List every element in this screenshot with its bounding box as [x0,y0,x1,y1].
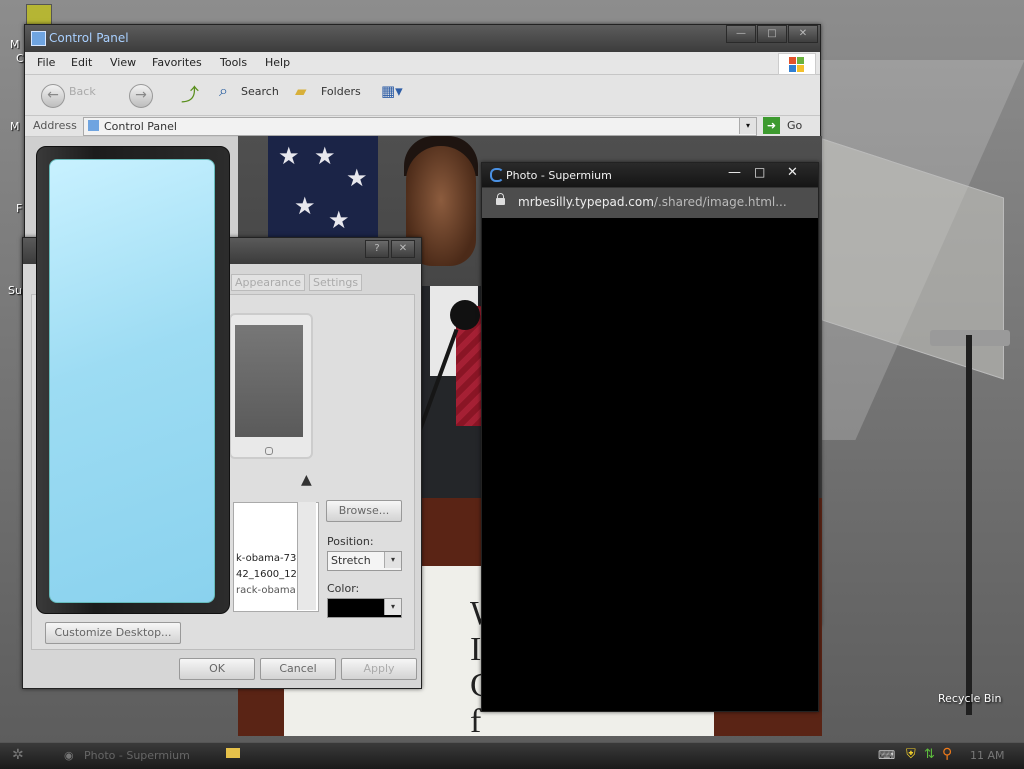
address-bar: Address Control Panel ▾ ➜ Go [25,116,820,137]
popup-title: Photo - Supermium [506,169,612,182]
address-label: Address [33,119,77,132]
maximize-button[interactable]: □ [757,25,787,43]
tab-settings[interactable]: Settings [309,274,363,291]
window-title: Control Panel [49,31,129,45]
background-list-scrollbar[interactable] [297,502,316,610]
menu-edit[interactable]: Edit [71,56,92,69]
go-arrow-icon[interactable]: ➜ [763,117,780,134]
desktop-icon-label: C [16,52,24,65]
cursor-icon: ▲ [301,472,312,488]
photo-microphone [450,300,480,330]
color-picker[interactable]: ▾ [327,598,402,618]
address-dropdown-icon[interactable]: ▾ [739,118,756,134]
monitor-power-icon [265,447,273,455]
ok-button[interactable]: OK [179,658,255,680]
help-button[interactable]: ? [365,240,389,258]
menu-tools[interactable]: Tools [220,56,247,69]
lock-icon [496,193,505,205]
url-text[interactable]: mrbesilly.typepad.com/.shared/image.html… [518,195,787,209]
apply-button[interactable]: Apply [341,658,417,680]
menu-bar: File Edit View Favorites Tools Help [25,52,820,75]
menu-file[interactable]: File [37,56,55,69]
control-panel-small-icon [88,120,99,131]
position-label: Position: [327,535,374,548]
maximize-icon[interactable]: □ [754,165,765,179]
shield-icon[interactable]: ⛨ [906,747,916,762]
search-tray-icon[interactable]: ⚲ [942,746,952,762]
folder-icon[interactable]: ▰ [295,82,307,100]
color-label: Color: [327,582,360,595]
url-path: /.shared/image.html... [653,195,787,209]
desktop-icon-label: F [16,202,23,215]
folder-icon[interactable] [226,748,240,758]
address-field[interactable]: Control Panel ▾ [83,117,757,136]
minimize-icon[interactable]: — [728,165,741,180]
back-button-label[interactable]: Back [69,85,96,98]
taskbar-item-label: Photo - Supermium [84,749,190,762]
control-panel-titlebar[interactable]: Control Panel — □ ✕ [25,25,820,52]
menu-view[interactable]: View [110,56,136,69]
up-folder-icon[interactable]: ⤴ [181,81,199,107]
popup-titlebar[interactable]: Photo - Supermium — □ ✕ [482,163,818,187]
start-button-icon[interactable]: ✲ [12,747,24,763]
supermium-icon: ◉ [64,749,74,762]
recycle-bin-label[interactable]: Recycle Bin [938,692,1001,705]
customize-desktop-button[interactable]: Customize Desktop... [45,622,181,644]
browse-button[interactable]: Browse... [326,500,402,522]
position-value: Stretch [331,554,371,567]
minimize-button[interactable]: — [726,25,756,43]
wallpaper-stand [966,335,972,715]
standard-toolbar: ← Back → ⤴ ⌕ Search ▰ Folders ▦▾ [25,75,820,116]
go-button-label[interactable]: Go [787,119,802,132]
clock[interactable]: 11 AM [970,749,1005,762]
desktop-icon-label: M [10,120,20,133]
dialog-close-button[interactable]: ✕ [391,240,415,258]
position-select[interactable]: Stretch ▾ [327,551,402,571]
address-value: Control Panel [104,120,177,133]
network-icon[interactable]: ⇅ [924,747,935,762]
views-icon[interactable]: ▦▾ [381,82,403,100]
loading-icon [490,168,504,182]
supermium-popup-window: Photo - Supermium — □ ✕ mrbesilly.typepa… [481,162,819,712]
taskbar-item-supermium[interactable]: ◉ Photo - Supermium [62,747,212,765]
control-panel-icon [31,31,46,46]
search-icon[interactable]: ⌕ [219,81,228,101]
desktop-icon-label: Su [8,284,22,297]
color-dropdown-icon[interactable]: ▾ [384,599,401,615]
close-icon[interactable]: ✕ [787,165,798,180]
folders-button-label[interactable]: Folders [321,85,361,98]
monitor-preview [229,313,313,459]
desktop-icon-label: M [10,38,20,51]
tab-appearance[interactable]: Appearance [231,274,306,291]
menu-favorites[interactable]: Favorites [152,56,202,69]
sidebar-gadget[interactable] [36,146,230,614]
search-button-label[interactable]: Search [241,85,279,98]
monitor-preview-screen [235,325,303,437]
back-arrow-icon[interactable]: ← [41,84,65,108]
taskbar: ✲ ◉ Photo - Supermium ⌨ ⛨ ⇅ ⚲ 11 AM [0,742,1024,769]
url-host: mrbesilly.typepad.com [518,195,654,209]
close-button[interactable]: ✕ [788,25,818,43]
cancel-button[interactable]: Cancel [260,658,336,680]
sidebar-gadget-screen [49,159,215,603]
popup-url-bar[interactable]: mrbesilly.typepad.com/.shared/image.html… [482,187,818,218]
menu-help[interactable]: Help [265,56,290,69]
position-dropdown-icon[interactable]: ▾ [384,552,401,568]
keyboard-icon[interactable]: ⌨ [878,748,895,762]
windows-logo-icon [778,53,816,75]
forward-arrow-icon[interactable]: → [129,84,153,108]
